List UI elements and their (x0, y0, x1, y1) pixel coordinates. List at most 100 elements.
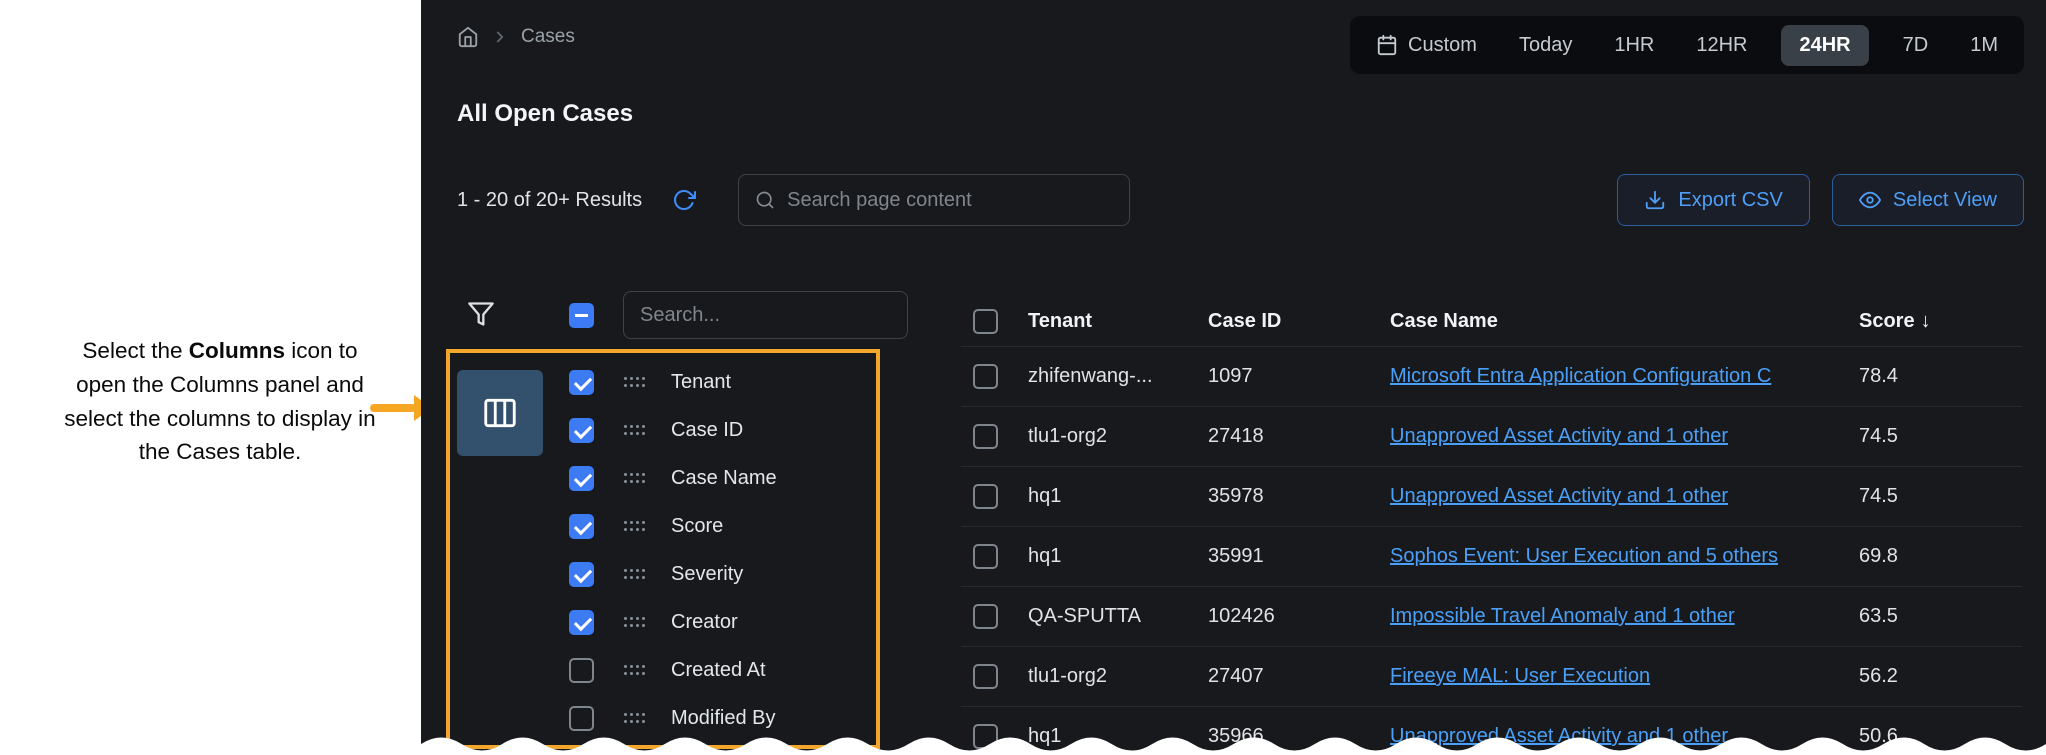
breadcrumb-cases[interactable]: Cases (521, 26, 575, 48)
time-range-1m[interactable]: 1M (1970, 34, 1998, 57)
case-name-link[interactable]: Sophos Event: User Execution and 5 other… (1390, 545, 1845, 568)
cell-tenant: QA-SPUTTA (1028, 605, 1208, 628)
time-range-label: 7D (1903, 34, 1929, 57)
select-view-button[interactable]: Select View (1832, 174, 2024, 226)
results-count: 1 - 20 of 20+ Results (457, 189, 642, 212)
drag-handle-icon[interactable] (624, 425, 645, 435)
drag-handle-icon[interactable] (624, 665, 645, 675)
column-label: Score (671, 515, 723, 538)
column-checkbox[interactable] (569, 514, 594, 539)
drag-handle-icon[interactable] (624, 521, 645, 531)
column-label: Created At (671, 659, 766, 682)
cell-case-id: 35991 (1208, 545, 1390, 568)
header-case-name[interactable]: Case Name (1390, 310, 1859, 333)
cell-case-id: 35978 (1208, 485, 1390, 508)
drag-handle-icon[interactable] (624, 377, 645, 387)
time-range-label: Today (1519, 34, 1572, 57)
case-name-link[interactable]: Fireeye MAL: User Execution (1390, 665, 1845, 688)
header-score[interactable]: Score ↓ (1859, 310, 2022, 333)
calendar-icon (1376, 34, 1398, 56)
time-range-label: 1HR (1614, 34, 1654, 57)
select-view-label: Select View (1893, 189, 1997, 212)
case-name-link[interactable]: Impossible Travel Anomaly and 1 other (1390, 605, 1845, 628)
time-range-12hr[interactable]: 12HR (1696, 34, 1747, 57)
column-checkbox[interactable] (569, 610, 594, 635)
drag-handle-icon[interactable] (624, 617, 645, 627)
refresh-icon[interactable] (672, 188, 696, 212)
row-checkbox[interactable] (973, 604, 998, 629)
select-all-rows-checkbox[interactable] (973, 309, 998, 334)
column-label: Severity (671, 563, 743, 586)
row-checkbox[interactable] (973, 484, 998, 509)
cases-app: Cases Custom Today 1HR 12HR 24HR 7D 1M A… (421, 0, 2046, 755)
drag-handle-icon[interactable] (624, 713, 645, 723)
case-name-link[interactable]: Unapproved Asset Activity and 1 other (1390, 485, 1845, 508)
breadcrumb: Cases (457, 26, 575, 48)
case-name-link[interactable]: Unapproved Asset Activity and 1 other (1390, 425, 1845, 448)
time-range-7d[interactable]: 7D (1903, 34, 1929, 57)
columns-icon-button[interactable] (457, 370, 543, 456)
time-range-today[interactable]: Today (1519, 34, 1572, 57)
time-range-label: 24HR (1799, 34, 1850, 57)
arrow-shaft (370, 404, 416, 412)
table-header-row: Tenant Case ID Case Name Score ↓ (961, 296, 2022, 346)
cases-table: Tenant Case ID Case Name Score ↓ zhifenwa… (961, 296, 2022, 755)
column-checkbox[interactable] (569, 562, 594, 587)
page-search-field[interactable] (787, 189, 1113, 212)
column-label: Modified By (671, 707, 776, 730)
filter-icon[interactable] (467, 300, 495, 328)
home-icon[interactable] (457, 26, 479, 48)
select-all-columns-checkbox[interactable] (569, 303, 594, 328)
header-tenant[interactable]: Tenant (1028, 310, 1208, 333)
case-name-link[interactable]: Microsoft Entra Application Configuratio… (1390, 365, 1845, 388)
page-search-input[interactable] (738, 174, 1130, 226)
column-checkbox[interactable] (569, 466, 594, 491)
table-row: QA-SPUTTA 102426 Impossible Travel Anoma… (961, 586, 2022, 646)
export-csv-button[interactable]: Export CSV (1617, 174, 1809, 226)
row-checkbox[interactable] (973, 544, 998, 569)
column-label: Tenant (671, 371, 731, 394)
cell-case-id: 27407 (1208, 665, 1390, 688)
header-score-label: Score (1859, 310, 1915, 332)
search-icon (755, 189, 775, 211)
column-checkbox[interactable] (569, 418, 594, 443)
row-checkbox[interactable] (973, 364, 998, 389)
table-row: hq1 35991 Sophos Event: User Execution a… (961, 526, 2022, 586)
time-range-custom[interactable]: Custom (1376, 34, 1477, 57)
cell-tenant: zhifenwang-... (1028, 365, 1208, 388)
table-row: tlu1-org2 27418 Unapproved Asset Activit… (961, 406, 2022, 466)
columns-search-input[interactable] (623, 291, 908, 339)
chevron-right-icon (491, 28, 509, 46)
export-csv-label: Export CSV (1678, 189, 1782, 212)
eye-icon (1859, 189, 1881, 211)
header-case-id[interactable]: Case ID (1208, 310, 1390, 333)
table-body: zhifenwang-... 1097 Microsoft Entra Appl… (961, 346, 2022, 755)
column-option-case-name: Case Name (557, 454, 887, 502)
cell-tenant: hq1 (1028, 485, 1208, 508)
annotation-text: Select the Columns icon to open the Colu… (55, 334, 385, 469)
column-checkbox[interactable] (569, 706, 594, 731)
time-range-24hr[interactable]: 24HR (1781, 25, 1868, 66)
cell-tenant: hq1 (1028, 545, 1208, 568)
cell-score: 78.4 (1859, 365, 2022, 388)
cell-tenant: tlu1-org2 (1028, 425, 1208, 448)
cell-score: 74.5 (1859, 425, 2022, 448)
row-checkbox[interactable] (973, 664, 998, 689)
cell-score: 63.5 (1859, 605, 2022, 628)
time-range-1hr[interactable]: 1HR (1614, 34, 1654, 57)
column-option-severity: Severity (557, 550, 887, 598)
column-option-created-at: Created At (557, 646, 887, 694)
column-checkbox[interactable] (569, 658, 594, 683)
drag-handle-icon[interactable] (624, 473, 645, 483)
cell-case-id: 102426 (1208, 605, 1390, 628)
cell-case-id: 1097 (1208, 365, 1390, 388)
columns-search-field[interactable] (640, 304, 891, 327)
annotation-bold-word: Columns (189, 338, 285, 363)
row-checkbox[interactable] (973, 424, 998, 449)
column-checkbox[interactable] (569, 370, 594, 395)
sort-desc-icon[interactable]: ↓ (1921, 310, 1931, 332)
column-option-tenant: Tenant (557, 358, 887, 406)
table-row: hq1 35978 Unapproved Asset Activity and … (961, 466, 2022, 526)
cell-score: 69.8 (1859, 545, 2022, 568)
drag-handle-icon[interactable] (624, 569, 645, 579)
